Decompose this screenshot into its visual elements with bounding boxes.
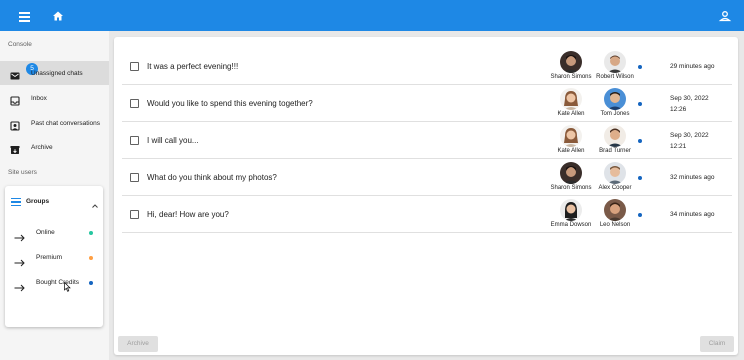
avatar — [560, 162, 582, 184]
avatar — [604, 162, 626, 184]
sender[interactable]: Sharon Simons — [546, 51, 596, 83]
account-icon[interactable] — [716, 7, 734, 25]
person-name: Kate Allen — [557, 111, 585, 117]
person-name: Leo Nelson — [599, 222, 631, 228]
person-name: Emma Dowson — [550, 222, 592, 228]
chat-time: Sep 30, 2022 12:21 — [670, 132, 709, 150]
site-users-section-label: Site users — [8, 169, 37, 176]
recipient[interactable]: Leo Nelson — [590, 199, 640, 231]
list-icon — [11, 198, 21, 206]
chat-time: 34 minutes ago — [670, 211, 715, 218]
status-dot — [638, 176, 642, 180]
sender[interactable]: Kate Allen — [546, 88, 596, 120]
chat-time: Sep 30, 2022 12:26 — [670, 95, 709, 113]
chat-list-panel: It was a perfect evening!!! Sharon Simon… — [114, 37, 738, 355]
menu-icon[interactable] — [16, 7, 34, 25]
archive-icon — [10, 142, 20, 154]
status-dot — [638, 65, 642, 69]
nav-unassigned-chats[interactable]: 5 Unassigned chats — [0, 61, 109, 85]
person-name: Robert Wilson — [596, 74, 634, 80]
mouse-cursor-icon — [64, 279, 71, 292]
row-checkbox[interactable] — [130, 210, 139, 219]
arrow-right-icon — [14, 279, 25, 292]
chat-row[interactable]: It was a perfect evening!!! Sharon Simon… — [122, 49, 732, 85]
groups-label: Groups — [26, 198, 50, 205]
group-label: Online — [36, 229, 55, 236]
row-checkbox[interactable] — [130, 173, 139, 182]
chat-time: 32 minutes ago — [670, 174, 715, 181]
app-bar — [0, 0, 744, 31]
group-label: Premium — [36, 254, 63, 261]
person-name: Sharon Simons — [550, 74, 592, 80]
avatar — [560, 51, 582, 73]
online-status-dot — [89, 231, 93, 235]
archive-button[interactable]: Archive — [118, 336, 158, 352]
sender[interactable]: Emma Dowson — [546, 199, 596, 231]
credits-status-dot — [89, 281, 93, 285]
inbox-alert-icon: 5 — [10, 63, 38, 80]
sender[interactable]: Kate Allen — [546, 125, 596, 157]
nav-archive[interactable]: Archive — [0, 135, 109, 159]
chevron-up-icon[interactable] — [91, 197, 99, 208]
chat-row[interactable]: What do you think about my photos? Sharo… — [122, 160, 732, 196]
person-name: Sharon Simons — [550, 185, 592, 191]
console-section-label: Console — [8, 41, 32, 48]
chat-message: I will call you... — [147, 136, 199, 145]
status-dot — [638, 102, 642, 106]
nav-label: Inbox — [31, 94, 47, 102]
home-icon[interactable] — [49, 7, 67, 25]
row-checkbox[interactable] — [130, 136, 139, 145]
avatar — [560, 199, 582, 221]
nav-label: Unassigned chats — [31, 69, 83, 77]
chat-message: Would you like to spend this evening tog… — [147, 99, 313, 108]
group-label: Bought Credits — [36, 279, 79, 286]
chat-row[interactable]: Would you like to spend this evening tog… — [122, 86, 732, 122]
group-item-bought-credits[interactable]: Bought Credits — [5, 273, 103, 293]
recipient[interactable]: Tom Jones — [590, 88, 640, 120]
chat-message: It was a perfect evening!!! — [147, 62, 239, 71]
chat-message: What do you think about my photos? — [147, 173, 277, 182]
claim-button[interactable]: Claim — [700, 336, 734, 352]
arrow-right-icon — [14, 229, 25, 242]
nav-inbox[interactable]: Inbox — [0, 86, 109, 110]
status-dot — [638, 213, 642, 217]
history-icon — [10, 118, 20, 131]
inbox-icon — [10, 93, 20, 106]
arrow-right-icon — [14, 254, 25, 267]
chat-message: Hi, dear! How are you? — [147, 210, 229, 219]
recipient[interactable]: Alex Cooper — [590, 162, 640, 194]
sidebar: Console 5 Unassigned chats Inbox Past ch… — [0, 31, 109, 360]
person-name: Kate Allen — [557, 148, 585, 154]
chat-row[interactable]: I will call you... Kate Allen Brad Turne… — [122, 123, 732, 159]
row-checkbox[interactable] — [130, 62, 139, 71]
row-checkbox[interactable] — [130, 99, 139, 108]
premium-status-dot — [89, 256, 93, 260]
chat-time: 29 minutes ago — [670, 63, 715, 70]
nav-past-chats[interactable]: Past chat conversations — [0, 111, 109, 135]
avatar — [560, 88, 582, 110]
avatar — [604, 51, 626, 73]
sender[interactable]: Sharon Simons — [546, 162, 596, 194]
person-name: Tom Jones — [600, 111, 630, 117]
groups-header[interactable]: Groups — [5, 191, 103, 213]
recipient[interactable]: Brad Turner — [590, 125, 640, 157]
nav-label: Archive — [31, 143, 53, 151]
person-name: Brad Turner — [599, 148, 631, 154]
avatar — [604, 125, 626, 147]
recipient[interactable]: Robert Wilson — [590, 51, 640, 83]
avatar — [560, 125, 582, 147]
groups-panel: Groups Online Premium Bought Credits — [5, 186, 103, 327]
nav-label: Past chat conversations — [31, 119, 101, 127]
status-dot — [638, 139, 642, 143]
group-item-online[interactable]: Online — [5, 223, 103, 243]
avatar — [604, 199, 626, 221]
chat-row[interactable]: Hi, dear! How are you? Emma Dowson Leo N… — [122, 197, 732, 233]
group-item-premium[interactable]: Premium — [5, 248, 103, 268]
person-name: Alex Cooper — [598, 185, 632, 191]
avatar — [604, 88, 626, 110]
